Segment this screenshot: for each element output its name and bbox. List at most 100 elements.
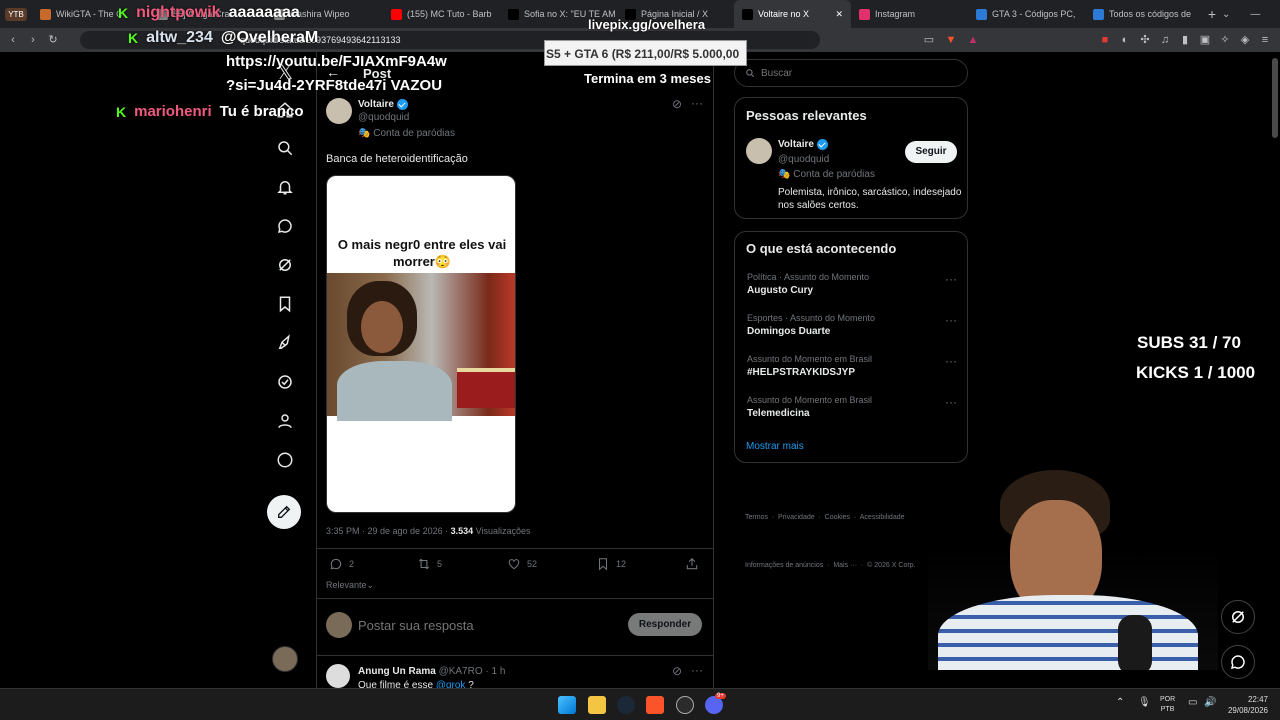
browser-tab[interactable]: Todos os códigos de [1085,0,1202,28]
steam-icon[interactable] [617,696,635,714]
sidebar-icon[interactable]: ▮ [1178,33,1192,47]
page-scrollbar[interactable] [1272,58,1278,138]
trend-more-icon[interactable]: ··· [945,272,957,286]
grok-icon[interactable] [274,256,296,278]
messages-floating-button[interactable] [1221,645,1255,679]
puzzle-icon[interactable]: ✣ [1138,33,1152,47]
premium-rocket-icon[interactable] [274,334,296,356]
leo-ai-icon[interactable]: ✧ [1218,33,1232,47]
relevant-avatar[interactable] [746,138,772,164]
chat-text-line: ?si=Ju4d-2YRF8tde47i VAZOU [226,77,443,94]
donation-goal-text: S5 + GTA 6 (R$ 211,00/R$ 5.000,00 [545,41,746,65]
footer-links[interactable]: Termos · Privacidade · Cookies · Acessib… [745,478,916,590]
reply-author-avatar[interactable] [326,664,350,688]
language-indicator[interactable]: POR PTB [1160,695,1175,715]
tab-favicon-icon [859,8,870,20]
extension-red-icon[interactable]: ■ [1098,33,1112,47]
sort-replies-dropdown[interactable]: Relevante⌄ [326,580,374,591]
reply-more-icon[interactable]: ··· [691,663,703,677]
author-name-row[interactable]: Voltaire [358,99,408,110]
like-action-button[interactable]: 52 [507,557,537,571]
minimize-icon[interactable]: — [1250,9,1260,20]
trending-title: O que está acontecendo [746,241,897,256]
windows-start-icon[interactable] [558,696,576,714]
music-icon[interactable]: ♫ [1158,33,1172,47]
close-tab-icon[interactable]: ✕ [835,9,843,20]
account-avatar[interactable] [272,646,298,672]
reply-submit-button[interactable]: Responder [628,613,702,636]
share-action-button[interactable] [685,557,699,571]
relevant-handle[interactable]: @quodquid [778,154,829,165]
post-text: Banca de heteroidentificação [326,153,468,165]
browser-tab[interactable]: (155) MC Tuto - Barb [383,0,500,28]
trend-item[interactable]: Esportes · Assunto do Momento Domingos Du… [747,313,875,337]
tab-favicon-icon [976,8,987,20]
post-timestamp[interactable]: 3:35 PM · 29 de ago de 2026 · [326,526,451,536]
author-handle[interactable]: @quodquid [358,112,409,123]
network-icon[interactable]: ▭ [1188,697,1197,708]
bookmarks-nav-icon[interactable] [274,295,296,317]
extension-icon[interactable]: ◐ [1118,33,1132,47]
grok-explain-icon[interactable]: ⊘ [672,97,682,111]
vpn-icon[interactable]: ◈ [1238,33,1252,47]
show-more-link[interactable]: Mostrar mais [746,441,804,452]
wallet-icon[interactable]: ▣ [1198,33,1212,47]
tray-chevron-icon[interactable]: ⌃ [1116,697,1124,708]
repost-count: 5 [437,559,443,569]
volume-icon[interactable]: 🔊 [1204,697,1216,708]
brave-shield-icon[interactable]: ▼ [944,33,958,47]
back-icon[interactable]: ‹ [6,33,20,47]
reply-input[interactable] [358,614,608,636]
webcam-feed [928,465,1218,670]
tab-favicon-icon [508,8,519,20]
tab-search-icon[interactable]: ⌄ [1222,9,1230,20]
more-options-icon[interactable] [274,451,296,473]
reply-action-button[interactable]: 2 [329,557,354,571]
browser-tab[interactable]: GTA 3 - Códigos PC, [968,0,1085,28]
tab-label: (155) MC Tuto - Barb [407,9,492,19]
brave-browser-icon[interactable] [646,696,664,714]
tab-label: Voltaire no X [758,9,810,19]
compose-post-button[interactable] [267,495,301,529]
reply-mention-link[interactable]: @grok [436,680,466,688]
reply-grok-icon[interactable]: ⊘ [672,664,682,678]
forward-icon[interactable]: › [26,33,40,47]
menu-icon[interactable]: ≡ [1258,33,1272,47]
divider [316,655,714,656]
microphone-icon[interactable]: 🎙 [1138,697,1151,708]
trend-more-icon[interactable]: ··· [945,395,957,409]
trend-item[interactable]: Assunto do Momento em Brasil #HELPSTRAYKI… [747,354,872,378]
search-input[interactable] [761,67,941,79]
post-media[interactable]: O mais negr0 entre eles vai morrer😳 [326,175,516,513]
trend-item[interactable]: Política · Assunto do Momento Augusto Cur… [747,272,869,296]
profile-icon[interactable] [274,412,296,434]
clock[interactable]: 22:47 29/08/2026 [1224,694,1268,716]
reply-author-name: Anung Un Rama [358,666,436,677]
repost-action-button[interactable]: 5 [417,557,442,571]
browser-tab[interactable]: Voltaire no X ✕ [734,0,851,28]
search-nav-icon[interactable] [274,139,296,161]
browser-profile[interactable]: YTB [0,0,32,28]
author-avatar[interactable] [326,98,352,124]
browser-tab[interactable]: Instagram [851,0,968,28]
trend-more-icon[interactable]: ··· [945,313,957,327]
brave-rewards-icon[interactable]: ▲ [966,33,980,47]
grok-floating-button[interactable] [1221,600,1255,634]
trend-item[interactable]: Assunto do Momento em Brasil Telemedicina [747,395,872,419]
follow-button[interactable]: Seguir [905,141,957,163]
cast-icon[interactable]: ▭ [922,33,936,47]
bookmark-action-button[interactable]: 12 [596,557,626,571]
post-more-icon[interactable]: ··· [691,96,703,110]
relevant-name-row[interactable]: Voltaire [778,139,828,150]
trend-more-icon[interactable]: ··· [945,354,957,368]
reply-author-row[interactable]: Anung Un Rama @KA7RO · 1 h [358,666,505,677]
webcam-shirt-shape [938,595,1198,670]
file-explorer-icon[interactable] [588,696,606,714]
messages-icon[interactable] [274,217,296,239]
verified-orgs-icon[interactable] [274,373,296,395]
app-icon[interactable] [676,696,694,714]
reload-icon[interactable]: ↻ [46,33,60,47]
search-box[interactable] [734,59,968,87]
new-tab-button[interactable]: + [1202,6,1222,22]
notifications-icon[interactable] [274,178,296,200]
